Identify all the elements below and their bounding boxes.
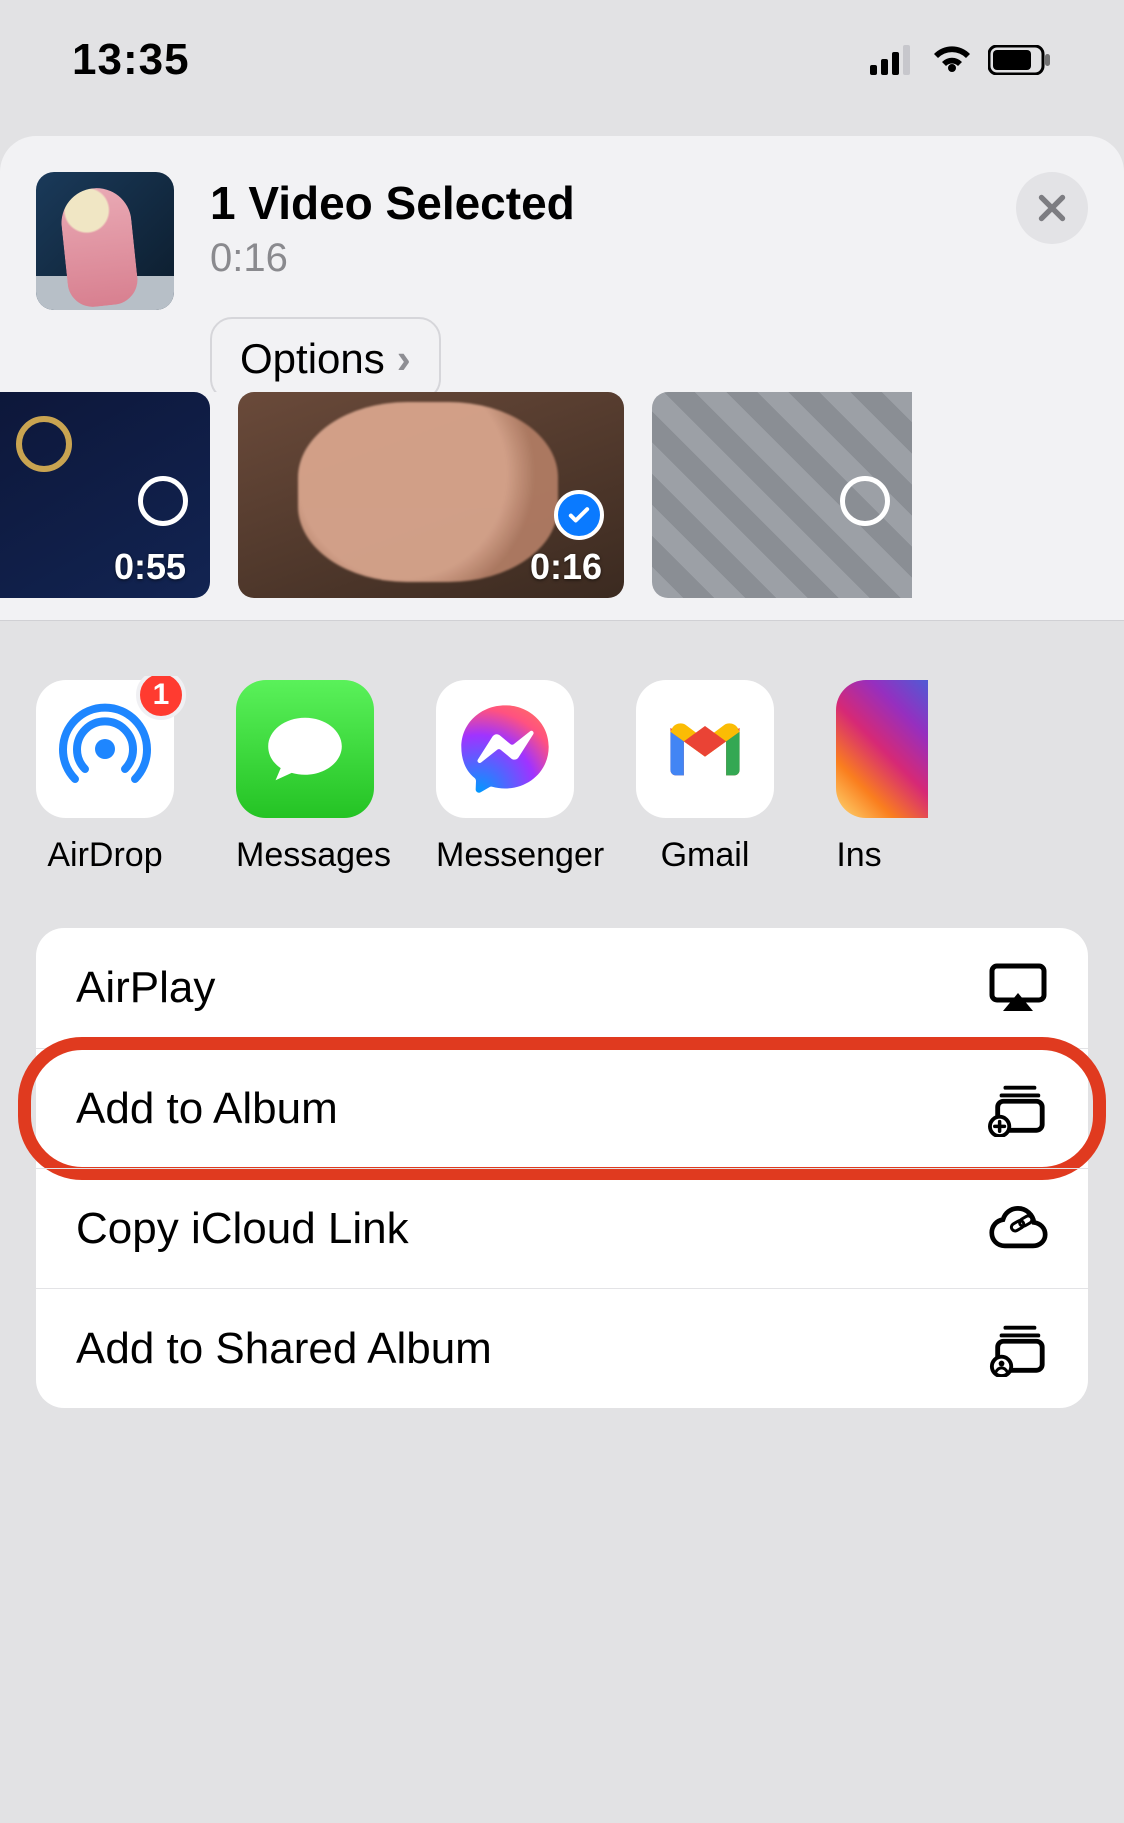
app-label: Messages [236,836,374,875]
selected-thumbnail [36,172,174,310]
close-button[interactable] [1016,172,1088,244]
share-app-instagram[interactable]: Ins [836,680,882,875]
battery-icon [988,45,1052,75]
airplay-icon [988,958,1048,1018]
video-thumbnail[interactable] [652,392,912,598]
action-label: Add to Album [76,1084,338,1134]
shared-album-icon [988,1319,1048,1379]
status-time: 13:35 [72,35,190,85]
app-label: Messenger [436,836,574,875]
messages-icon [236,680,374,818]
share-app-gmail[interactable]: Gmail [636,680,774,875]
messenger-icon [436,680,574,818]
thumbnail-strip: 0:55 0:16 [0,392,1124,621]
selection-check-icon [554,490,604,540]
wifi-icon [930,44,974,76]
chevron-right-icon: › [397,335,411,383]
video-duration: 0:55 [114,546,186,588]
icloud-link-icon [988,1199,1048,1259]
action-label: Copy iCloud Link [76,1204,409,1254]
options-label: Options [240,335,385,383]
status-right [870,44,1052,76]
selection-circle-icon [138,476,188,526]
video-thumbnail[interactable]: 0:16 [238,392,624,598]
share-app-airdrop[interactable]: 1 AirDrop [36,680,174,875]
share-subtitle: 0:16 [210,236,1016,281]
share-title: 1 Video Selected [210,176,1016,230]
cellular-icon [870,45,916,75]
add-album-icon [988,1079,1048,1139]
close-icon [1034,190,1070,226]
selection-circle-icon [840,476,890,526]
actions-list: AirPlay Add to Album Copy iCloud Link Ad… [36,928,1088,1408]
share-app-messages[interactable]: Messages [236,680,374,875]
action-airplay[interactable]: AirPlay [36,928,1088,1048]
gmail-icon [636,680,774,818]
status-bar: 13:35 [0,0,1124,120]
share-app-messenger[interactable]: Messenger [436,680,574,875]
action-label: Add to Shared Album [76,1324,492,1374]
action-label: AirPlay [76,963,215,1013]
badge-count: 1 [136,676,186,720]
video-thumbnail[interactable]: 0:55 [0,392,210,598]
action-add-to-album[interactable]: Add to Album [36,1048,1088,1168]
options-button[interactable]: Options › [210,317,441,401]
app-label: Gmail [636,836,774,875]
video-duration: 0:16 [530,546,602,588]
instagram-icon [836,680,928,818]
app-label: AirDrop [36,836,174,875]
app-label: Ins [836,836,882,875]
share-info: 1 Video Selected 0:16 Options › [210,172,1016,401]
action-copy-icloud-link[interactable]: Copy iCloud Link [36,1168,1088,1288]
action-add-to-shared-album[interactable]: Add to Shared Album [36,1288,1088,1408]
share-apps-row: 1 AirDrop Messages Messenger Gmail Ins [36,676,1124,875]
